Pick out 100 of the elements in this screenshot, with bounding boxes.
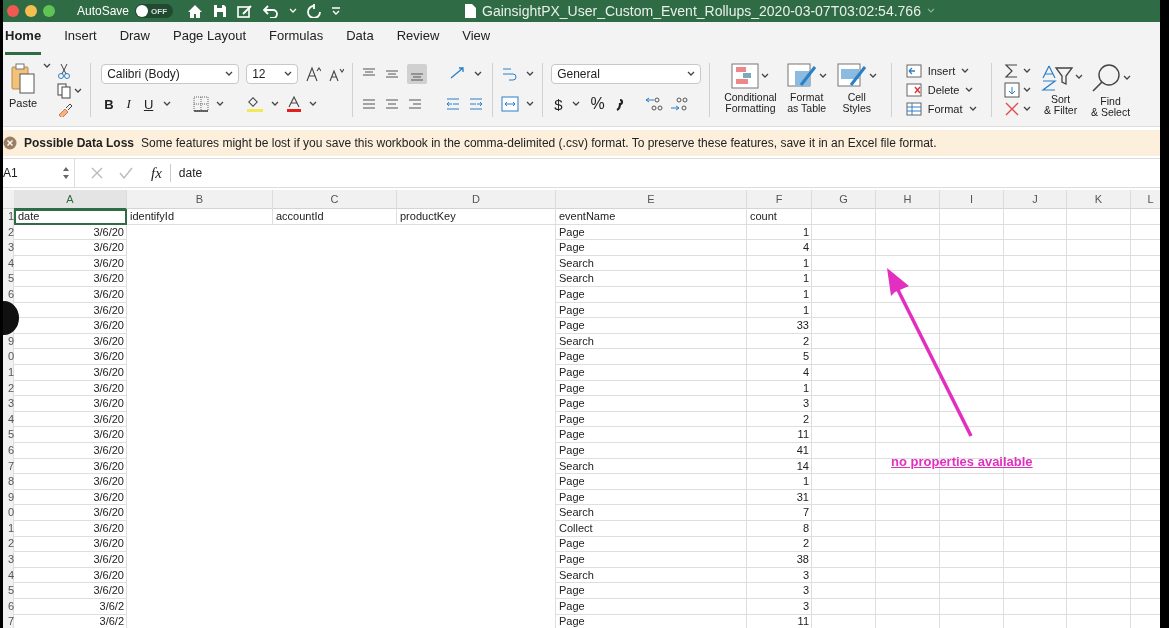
paste-button[interactable]: Paste bbox=[9, 98, 38, 110]
bold-button[interactable]: B bbox=[101, 96, 117, 112]
decrease-font-icon[interactable] bbox=[328, 66, 345, 82]
autosum-icon[interactable] bbox=[1003, 63, 1020, 79]
stepper-icon[interactable] bbox=[62, 166, 70, 180]
sort-filter-icon[interactable] bbox=[1038, 63, 1073, 91]
percent-button[interactable]: % bbox=[587, 95, 608, 113]
format-as-table-button[interactable]: Format as Table bbox=[787, 92, 827, 115]
home-icon[interactable] bbox=[187, 3, 204, 19]
ribbon-tab[interactable]: Insert bbox=[64, 28, 97, 55]
font-color-icon[interactable] bbox=[286, 96, 303, 112]
table-cell-text: Search bbox=[558, 458, 595, 474]
table-cell-text: 3/6/20 bbox=[92, 411, 125, 427]
currency-button[interactable]: $ bbox=[551, 95, 566, 113]
autosave-toggle[interactable]: OFF bbox=[135, 4, 174, 18]
font-name-dropdown[interactable]: Calibri (Body) bbox=[101, 64, 240, 84]
ribbon-tab[interactable]: Page Layout bbox=[173, 28, 246, 55]
font-size-dropdown[interactable]: 12 bbox=[246, 64, 299, 84]
formula-input[interactable]: date bbox=[178, 166, 203, 180]
merge-center-icon[interactable] bbox=[501, 96, 520, 112]
format-button[interactable]: Format bbox=[927, 102, 963, 115]
table-cell-text: 3/6/20 bbox=[92, 364, 125, 380]
caret-icon[interactable] bbox=[687, 71, 696, 77]
search-icon[interactable] bbox=[1090, 63, 1121, 93]
ribbon-tab[interactable]: View bbox=[462, 28, 491, 55]
edit-icon[interactable] bbox=[237, 4, 254, 18]
caret-icon[interactable] bbox=[271, 101, 280, 107]
delete-button[interactable]: Delete bbox=[927, 84, 960, 96]
caret-icon[interactable] bbox=[474, 71, 483, 77]
ribbon-tab[interactable]: Draw bbox=[119, 28, 150, 55]
table-cell-text: 7 bbox=[801, 505, 810, 521]
caret-icon[interactable] bbox=[1022, 68, 1031, 74]
copy-icon[interactable] bbox=[57, 83, 72, 99]
caret-icon[interactable] bbox=[74, 88, 83, 94]
clear-icon[interactable] bbox=[1003, 101, 1020, 117]
borders-icon[interactable] bbox=[193, 96, 210, 112]
ribbon-tab[interactable]: Data bbox=[346, 28, 374, 55]
cell-styles-button[interactable]: Cell Styles bbox=[842, 92, 871, 115]
warning-message: Some features might be lost if you save this workbook in the comma-delimited (.csv) format. To preserve these features, save it in an Excel file format. bbox=[141, 136, 937, 150]
scissors-icon[interactable] bbox=[57, 63, 72, 79]
caret-icon[interactable] bbox=[961, 68, 970, 75]
table-cell-text: Page bbox=[558, 396, 586, 412]
format-painter-icon[interactable] bbox=[57, 103, 74, 117]
caret-icon[interactable] bbox=[818, 73, 827, 79]
caret-icon[interactable] bbox=[526, 71, 535, 77]
caret-icon[interactable] bbox=[1122, 75, 1131, 81]
insert-function-button[interactable]: fx bbox=[151, 164, 162, 182]
caret-icon[interactable] bbox=[43, 63, 52, 69]
table-cell-text: 1 bbox=[801, 224, 810, 240]
redo-icon[interactable] bbox=[307, 4, 322, 18]
increase-font-icon[interactable] bbox=[305, 66, 322, 82]
fill-down-icon[interactable] bbox=[1003, 82, 1020, 98]
caret-icon[interactable] bbox=[163, 101, 172, 107]
ribbon-tab[interactable]: Formulas bbox=[269, 28, 324, 55]
insert-button[interactable]: Insert bbox=[927, 65, 956, 78]
more-icon[interactable] bbox=[331, 6, 342, 16]
increase-decimal-icon[interactable] bbox=[644, 96, 663, 112]
paste-icon[interactable] bbox=[10, 63, 37, 95]
zoom-window-button[interactable] bbox=[43, 5, 55, 17]
table-cell-text: 3/6/2 bbox=[98, 614, 125, 628]
decrease-decimal-icon[interactable] bbox=[669, 96, 688, 112]
caret-icon[interactable] bbox=[965, 87, 974, 93]
number-format-dropdown[interactable]: General bbox=[551, 64, 702, 84]
close-icon[interactable] bbox=[3, 136, 17, 150]
align-bottom-icon[interactable] bbox=[407, 64, 428, 84]
caret-icon[interactable] bbox=[526, 101, 535, 107]
table-cell-text: Page bbox=[558, 240, 586, 256]
caret-icon[interactable] bbox=[761, 73, 770, 79]
table-cell-text: Page bbox=[558, 598, 586, 614]
caret-icon[interactable] bbox=[225, 71, 234, 77]
table-cell-text: 3/6/20 bbox=[92, 286, 125, 302]
table-cell-text: Page bbox=[558, 286, 586, 302]
fill-color-icon[interactable] bbox=[246, 96, 265, 112]
caret-icon[interactable] bbox=[1022, 87, 1031, 93]
caret-icon[interactable] bbox=[1022, 106, 1031, 112]
name-box[interactable]: A1 bbox=[3, 159, 75, 187]
caret-icon[interactable] bbox=[572, 101, 581, 107]
caret-icon[interactable] bbox=[1074, 74, 1083, 80]
format-cells-icon bbox=[905, 101, 922, 116]
column-header[interactable]: A bbox=[14, 190, 127, 210]
caret-icon[interactable] bbox=[216, 101, 225, 107]
underline-button[interactable]: U bbox=[140, 96, 157, 112]
italic-button[interactable]: I bbox=[123, 96, 134, 112]
sort-filter-button[interactable]: Sort & Filter bbox=[1043, 94, 1078, 117]
caret-icon[interactable] bbox=[868, 73, 877, 79]
caret-icon[interactable] bbox=[309, 101, 318, 107]
row-number: 1 bbox=[6, 364, 14, 380]
format-table-icon[interactable] bbox=[786, 63, 817, 89]
caret-icon[interactable] bbox=[284, 71, 293, 77]
comma-style-icon[interactable] bbox=[614, 97, 625, 111]
check-icon[interactable] bbox=[119, 167, 133, 179]
cell-styles-icon[interactable] bbox=[836, 63, 867, 89]
table-cell-text: 3/6/20 bbox=[92, 442, 125, 458]
conditional-formatting-button[interactable]: Conditional Formatting bbox=[724, 92, 777, 115]
undo-icon[interactable] bbox=[263, 4, 280, 18]
caret-icon[interactable] bbox=[968, 105, 977, 112]
ribbon-tab[interactable]: Review bbox=[396, 28, 440, 55]
find-select-button[interactable]: Find & Select bbox=[1090, 96, 1131, 119]
minimize-window-button[interactable] bbox=[25, 5, 37, 17]
row-number: 6 bbox=[6, 286, 14, 302]
